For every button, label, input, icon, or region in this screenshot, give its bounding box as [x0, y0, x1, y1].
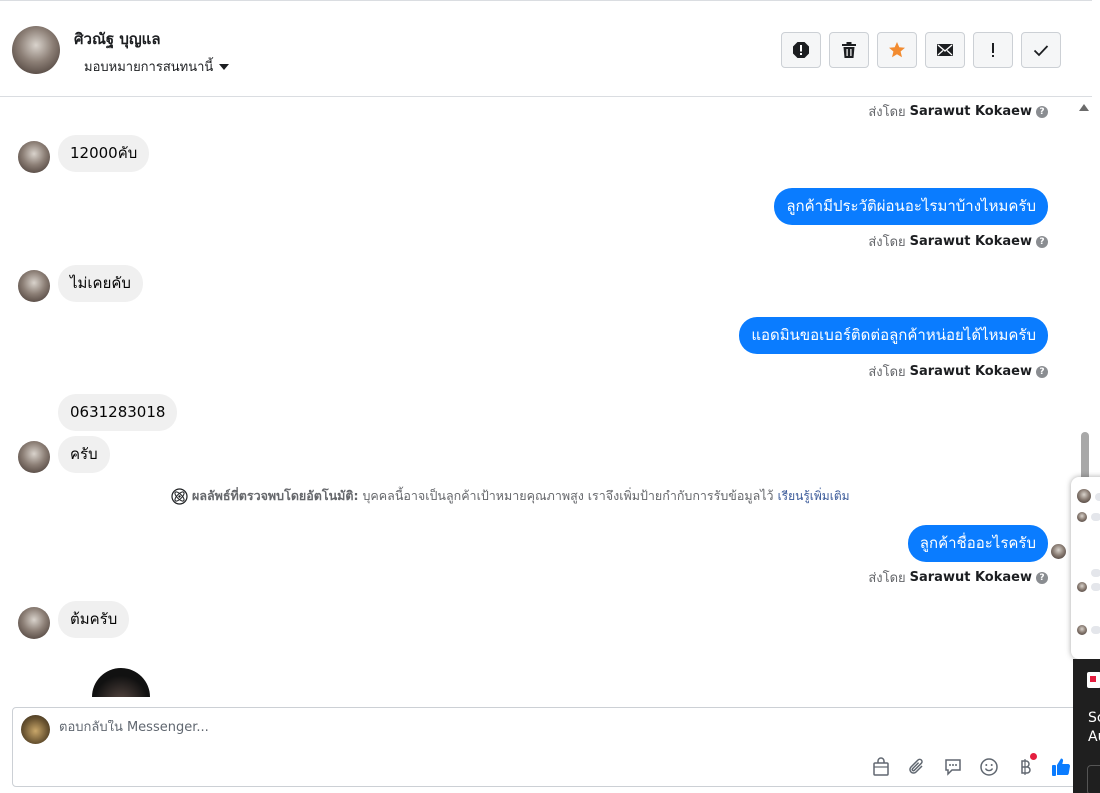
- preview-avatar: [1077, 489, 1091, 503]
- conversation-header: ศิวณัฐ บุญแล มอบหมายการสนทนานี้: [0, 0, 1092, 97]
- trash-icon: [842, 42, 856, 58]
- caret-down-icon: [219, 63, 230, 70]
- preview-avatar: [1077, 582, 1087, 592]
- preview-bubble: [1091, 569, 1100, 577]
- delete-button[interactable]: [829, 32, 869, 68]
- assign-conversation-dropdown[interactable]: มอบหมายการสนทนานี้: [84, 56, 230, 77]
- stop-alert-icon: [793, 42, 809, 58]
- star-button[interactable]: [877, 32, 917, 68]
- message-thread: ส่งโดย Sarawut Kokaew ? 12000คับ ลูกค้าม…: [0, 97, 1072, 697]
- assign-label: มอบหมายการสนทนานี้: [84, 60, 214, 75]
- payment-button[interactable]: [1013, 753, 1037, 779]
- header-toolbar: [781, 32, 1061, 68]
- contact-avatar[interactable]: [12, 26, 60, 74]
- top-divider: [0, 0, 1092, 3]
- sent-by-label: ส่งโดย Sarawut Kokaew ?: [868, 361, 1048, 382]
- mark-done-button[interactable]: [1021, 32, 1061, 68]
- emoji-button[interactable]: [977, 755, 1001, 779]
- contact-avatar-small[interactable]: [18, 141, 50, 173]
- auto-detected-result: ผลลัพธ์ที่ตรวจพบโดยอัตโนมัติ: บุคคลนี้อา…: [171, 486, 850, 506]
- atom-icon: [171, 487, 188, 505]
- saved-replies-button[interactable]: [941, 755, 965, 779]
- shop-button[interactable]: [869, 755, 893, 779]
- message-outgoing[interactable]: แอดมินขอเบอร์ติดต่อลูกค้าหน่อยได้ไหมครับ: [739, 317, 1048, 354]
- contact-avatar-small[interactable]: [18, 270, 50, 302]
- scroll-up-arrow[interactable]: [1079, 104, 1089, 111]
- spam-button[interactable]: [781, 32, 821, 68]
- help-icon[interactable]: ?: [1036, 105, 1048, 118]
- learn-more-link[interactable]: เรียนรู้เพิ่มเติม: [778, 487, 850, 506]
- help-icon[interactable]: ?: [1036, 235, 1048, 248]
- notification-action[interactable]: [1087, 765, 1100, 793]
- preview-avatar: [1077, 512, 1087, 522]
- reply-composer: [12, 707, 1080, 787]
- contact-avatar-small[interactable]: [18, 441, 50, 473]
- side-preview-panel[interactable]: [1071, 477, 1100, 659]
- help-icon[interactable]: ?: [1036, 365, 1048, 378]
- message-incoming[interactable]: ต้มครับ: [58, 601, 130, 638]
- mark-unread-button[interactable]: [925, 32, 965, 68]
- sent-by-label: ส่งโดย Sarawut Kokaew ?: [868, 567, 1048, 588]
- like-button[interactable]: [1049, 755, 1073, 779]
- follow-up-button[interactable]: [973, 32, 1013, 68]
- exclamation-icon: [992, 43, 994, 57]
- preview-avatar: [1077, 625, 1087, 635]
- message-incoming[interactable]: ครับ: [58, 436, 110, 473]
- preview-bubble: [1091, 583, 1100, 591]
- auto-detected-body: บุคคลนี้อาจเป็นลูกค้าเป้าหมายคุณภาพสูง เ…: [362, 488, 774, 503]
- baht-icon: [1021, 759, 1031, 775]
- help-icon[interactable]: ?: [1036, 571, 1048, 584]
- preview-bubble: [1095, 493, 1100, 501]
- notification-panel[interactable]: Sc Au: [1073, 659, 1100, 793]
- composer-toolbar: [869, 753, 1073, 779]
- contact-avatar-small[interactable]: [18, 607, 50, 639]
- paperclip-icon: [909, 758, 923, 774]
- typing-avatar: [92, 668, 150, 697]
- message-incoming[interactable]: 0631283018: [58, 394, 178, 431]
- star-icon: [889, 42, 905, 58]
- envelope-icon: [937, 44, 953, 56]
- check-icon: [1033, 45, 1049, 57]
- page-avatar: [21, 715, 50, 744]
- thumbs-up-icon: [1052, 758, 1071, 776]
- emoji-icon: [980, 758, 998, 776]
- sent-by-label: ส่งโดย Sarawut Kokaew ?: [868, 231, 1048, 252]
- app-icon: [1087, 672, 1100, 688]
- sent-by-label: ส่งโดย Sarawut Kokaew ?: [868, 101, 1048, 122]
- notification-text: Sc Au: [1088, 710, 1100, 745]
- read-receipt-avatar: [1051, 544, 1066, 559]
- contact-name[interactable]: ศิวณัฐ บุญแล: [74, 27, 161, 51]
- notification-dot: [1030, 753, 1037, 760]
- message-outgoing[interactable]: ลูกค้ามีประวัติผ่อนอะไรมาบ้างไหมครับ: [774, 188, 1048, 225]
- preview-bubble: [1091, 626, 1100, 634]
- bag-icon: [873, 757, 889, 776]
- message-outgoing[interactable]: ลูกค้าชื่ออะไรครับ: [907, 525, 1048, 562]
- reply-input[interactable]: [59, 720, 959, 735]
- saved-reply-icon: [945, 759, 961, 776]
- attach-button[interactable]: [905, 755, 929, 779]
- message-incoming[interactable]: ไม่เคยคับ: [58, 265, 143, 302]
- message-incoming[interactable]: 12000คับ: [58, 135, 150, 172]
- preview-bubble: [1091, 513, 1100, 521]
- auto-detected-title: ผลลัพธ์ที่ตรวจพบโดยอัตโนมัติ:: [192, 488, 359, 503]
